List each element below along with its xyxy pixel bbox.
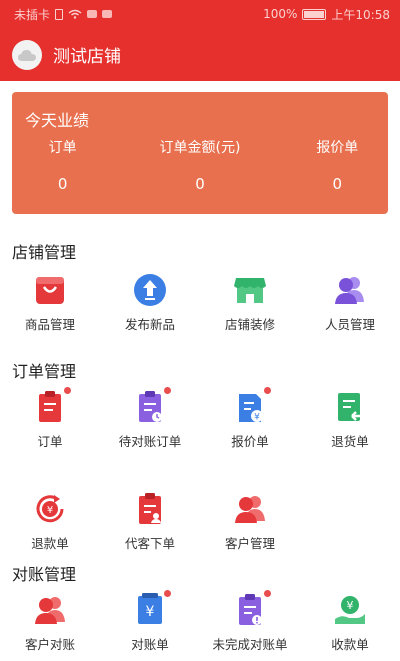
receipt-icon: ¥	[335, 596, 365, 624]
grid-item-statements[interactable]: ¥ 对账单	[100, 576, 200, 661]
grid-item-label: 退货单	[331, 434, 369, 449]
metric-value: 0	[332, 175, 343, 193]
grid-item-store-decoration[interactable]: 店铺装修	[200, 256, 300, 358]
battery-icon	[302, 8, 327, 20]
grid-item-staff-management[interactable]: 人员管理	[300, 256, 400, 358]
page-title: 测试店铺	[53, 47, 121, 67]
grid-item-label: 未完成对账单	[212, 637, 288, 652]
grid-item-customer-reconcile[interactable]: 客户对账	[0, 576, 100, 661]
pending-reconcile-icon	[139, 391, 162, 422]
status-bar: 未插卡 100% 上午10:58	[0, 0, 400, 28]
reconcile-grid: 客户对账 ¥ 对账单 未完成对账单 ¥ 收款单	[0, 576, 400, 661]
battery-percent: 100%	[263, 7, 298, 21]
svg-text:¥: ¥	[47, 505, 53, 516]
customers-icon	[235, 496, 265, 523]
grid-item-label: 店铺装修	[224, 317, 275, 332]
performance-card: 今天业绩 订单 0 订单金额(元) 0 报价单 0	[12, 92, 388, 214]
metric-label: 报价单	[316, 140, 359, 156]
grid-item-label: 发布新品	[124, 317, 175, 332]
carrier-text: 未插卡	[14, 7, 51, 22]
shopping-bag-icon	[36, 277, 64, 304]
grid-item-label: 代客下单	[124, 536, 175, 551]
notification-icon	[87, 10, 98, 18]
quote-icon: ¥	[239, 394, 263, 423]
statement-icon: ¥	[138, 593, 162, 624]
store-grid: 商品管理 发布新品 店铺装修 人员管理	[0, 256, 400, 358]
notification-badge	[163, 589, 172, 598]
grid-item-product-management[interactable]: 商品管理	[0, 256, 100, 358]
grid-item-label: 待对账订单	[118, 434, 182, 449]
grid-item-label: 退款单	[31, 536, 69, 551]
storefront-icon	[234, 278, 266, 303]
grid-item-unfinished-statements[interactable]: 未完成对账单	[200, 576, 300, 661]
metric-orders[interactable]: 订单 0	[0, 138, 125, 193]
cloud-status-icon	[102, 10, 113, 18]
grid-item-label: 客户对账	[24, 637, 75, 652]
proxy-order-icon	[139, 493, 161, 524]
metric-label: 订单金额(元)	[159, 140, 241, 156]
people-icon	[335, 277, 364, 304]
grid-item-quotes[interactable]: ¥ 报价单	[200, 373, 300, 475]
grid-item-label: 客户管理	[224, 536, 275, 551]
wifi-icon	[68, 9, 82, 19]
grid-item-label: 订单	[37, 434, 63, 449]
grid-item-label: 报价单	[231, 434, 269, 449]
grid-item-label: 对账单	[131, 637, 169, 652]
svg-text:¥: ¥	[146, 604, 155, 620]
notification-badge	[63, 386, 72, 395]
metric-order-amount[interactable]: 订单金额(元) 0	[137, 138, 262, 193]
grid-item-customer-management[interactable]: 客户管理	[200, 475, 300, 577]
refund-icon: ¥	[36, 495, 64, 523]
metric-value: 0	[57, 175, 68, 193]
notification-badge	[163, 386, 172, 395]
svg-text:¥: ¥	[347, 599, 354, 612]
grid-item-orders[interactable]: 订单	[0, 373, 100, 475]
return-goods-icon	[338, 393, 363, 421]
orders-grid: 订单 待对账订单 ¥ 报价单 退货单 ¥ 退款单 代客下单 客户管理	[0, 373, 400, 577]
grid-item-receipts[interactable]: ¥ 收款单	[300, 576, 400, 661]
sim-icon	[55, 8, 64, 20]
grid-item-pending-reconcile-orders[interactable]: 待对账订单	[100, 373, 200, 475]
notification-badge	[263, 386, 272, 395]
grid-item-publish-new[interactable]: 发布新品	[100, 256, 200, 358]
metric-quotes[interactable]: 报价单 0	[275, 138, 400, 193]
svg-text:¥: ¥	[254, 413, 260, 423]
performance-title: 今天业绩	[25, 111, 90, 130]
grid-item-proxy-order[interactable]: 代客下单	[100, 475, 200, 577]
unfinished-statement-icon	[239, 594, 262, 625]
customer-reconcile-icon	[35, 597, 65, 624]
upload-icon	[134, 274, 166, 306]
clock: 上午10:58	[331, 7, 390, 22]
metric-label: 订单	[48, 140, 77, 156]
grid-item-return-goods[interactable]: 退货单	[300, 373, 400, 475]
notification-badge	[263, 589, 272, 598]
grid-item-label: 商品管理	[24, 317, 75, 332]
shop-avatar-icon[interactable]	[12, 39, 42, 70]
app-header: 未插卡 100% 上午10:58 测试店铺	[0, 0, 400, 81]
metric-value: 0	[195, 175, 205, 193]
order-doc-icon	[39, 391, 61, 422]
grid-item-label: 人员管理	[324, 317, 375, 332]
grid-item-label: 收款单	[331, 637, 369, 652]
